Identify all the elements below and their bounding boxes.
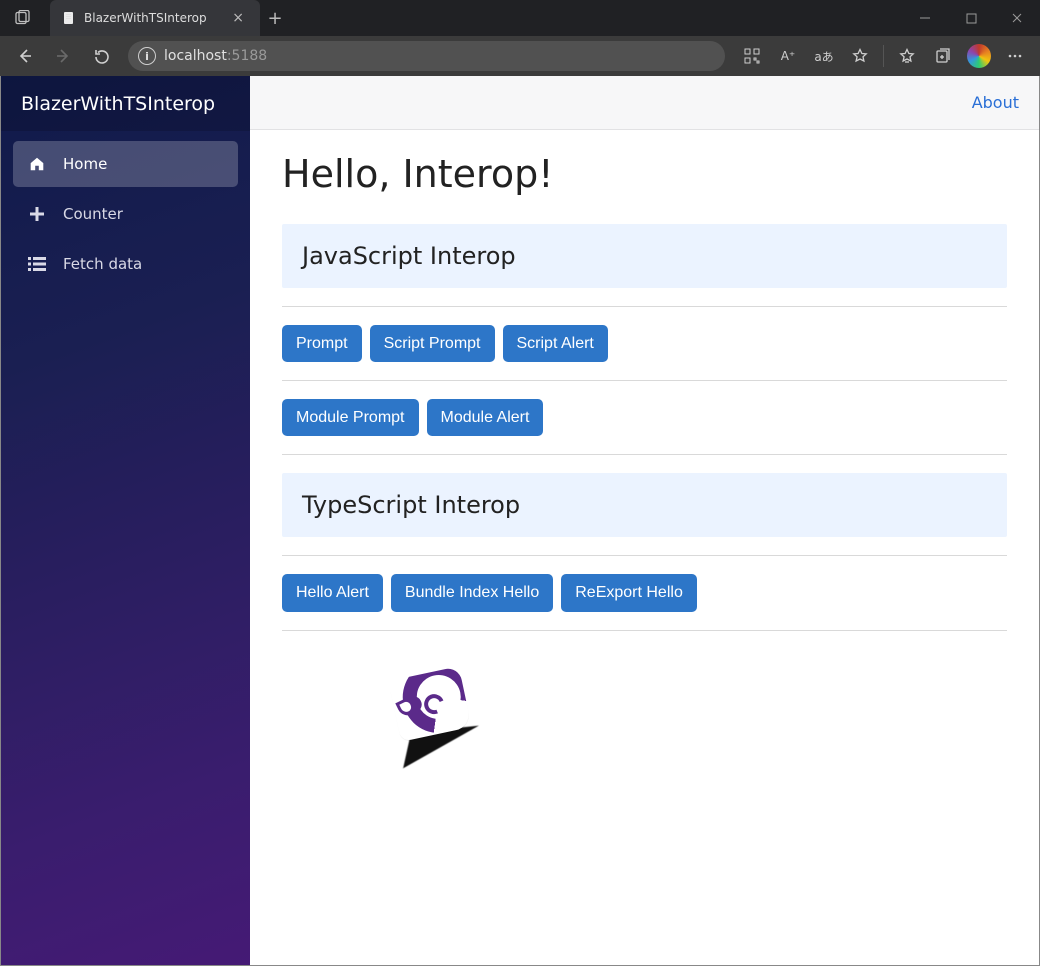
sidebar-item-fetch-data[interactable]: Fetch data xyxy=(13,241,238,287)
top-bar: About xyxy=(250,76,1039,130)
profile-avatar[interactable] xyxy=(962,40,996,72)
address-bar[interactable]: i localhost:5188 xyxy=(128,41,725,71)
reexport-hello-button[interactable]: ReExport Hello xyxy=(561,574,697,611)
module-alert-button[interactable]: Module Alert xyxy=(427,399,544,436)
sidebar-item-label: Fetch data xyxy=(63,255,142,273)
page-content: Hello, Interop! JavaScript Interop Promp… xyxy=(250,130,1039,813)
browser-tab[interactable]: BlazerWithTSInterop × xyxy=(50,0,260,36)
back-button[interactable] xyxy=(8,40,42,72)
divider xyxy=(282,454,1007,455)
section-heading-ts: TypeScript Interop xyxy=(282,473,1007,537)
app-viewport: BlazerWithTSInterop Home Counter Fetch d… xyxy=(0,76,1040,966)
script-alert-button[interactable]: Script Alert xyxy=(503,325,608,362)
browser-toolbar: i localhost:5188 A⁺ aあ xyxy=(0,36,1040,76)
favorites-icon[interactable] xyxy=(890,40,924,72)
plus-icon xyxy=(27,204,47,224)
window-titlebar: BlazerWithTSInterop × + xyxy=(0,0,1040,36)
divider xyxy=(282,306,1007,307)
url-host: localhost xyxy=(164,48,227,64)
minimize-button[interactable] xyxy=(902,0,948,36)
sidebar-item-label: Home xyxy=(63,155,107,173)
divider xyxy=(282,630,1007,631)
app-brand: BlazerWithTSInterop xyxy=(1,76,250,131)
refresh-button[interactable] xyxy=(84,40,118,72)
list-icon xyxy=(27,254,47,274)
page-icon xyxy=(62,11,76,25)
translate-icon[interactable]: aあ xyxy=(807,40,841,72)
close-tab-button[interactable]: × xyxy=(228,10,248,26)
script-prompt-button[interactable]: Script Prompt xyxy=(370,325,495,362)
divider xyxy=(282,380,1007,381)
url-text: localhost:5188 xyxy=(164,48,267,64)
sidebar-item-home[interactable]: Home xyxy=(13,141,238,187)
window-controls xyxy=(902,0,1040,36)
sidebar-item-counter[interactable]: Counter xyxy=(13,191,238,237)
separator xyxy=(883,45,884,67)
qr-icon[interactable] xyxy=(735,40,769,72)
sidebar-item-label: Counter xyxy=(63,205,123,223)
section-heading-js: JavaScript Interop xyxy=(282,224,1007,288)
hello-alert-button[interactable]: Hello Alert xyxy=(282,574,383,611)
tab-actions-icon[interactable] xyxy=(8,4,36,32)
js-button-row-2: Module Prompt Module Alert xyxy=(282,399,1007,436)
ts-button-row-1: Hello Alert Bundle Index Hello ReExport … xyxy=(282,574,1007,611)
close-window-button[interactable] xyxy=(994,0,1040,36)
bundle-index-hello-button[interactable]: Bundle Index Hello xyxy=(391,574,553,611)
maximize-button[interactable] xyxy=(948,0,994,36)
site-info-icon[interactable]: i xyxy=(138,47,156,65)
divider xyxy=(282,555,1007,556)
collections-icon[interactable] xyxy=(926,40,960,72)
new-tab-button[interactable]: + xyxy=(260,0,290,36)
prompt-button[interactable]: Prompt xyxy=(282,325,362,362)
module-prompt-button[interactable]: Module Prompt xyxy=(282,399,419,436)
page-title: Hello, Interop! xyxy=(282,152,1007,196)
home-icon xyxy=(27,154,47,174)
about-link[interactable]: About xyxy=(972,93,1019,112)
forward-button[interactable] xyxy=(46,40,80,72)
url-port: :5188 xyxy=(227,48,267,64)
read-aloud-icon[interactable]: A⁺ xyxy=(771,40,805,72)
main-area: About Hello, Interop! JavaScript Interop… xyxy=(250,76,1039,965)
tab-title: BlazerWithTSInterop xyxy=(84,11,207,25)
blazor-logo xyxy=(382,671,492,781)
favorite-star-icon[interactable] xyxy=(843,40,877,72)
sidebar-nav: Home Counter Fetch data xyxy=(1,131,250,297)
js-button-row-1: Prompt Script Prompt Script Alert xyxy=(282,325,1007,362)
more-menu-icon[interactable] xyxy=(998,40,1032,72)
sidebar: BlazerWithTSInterop Home Counter Fetch d… xyxy=(1,76,250,965)
